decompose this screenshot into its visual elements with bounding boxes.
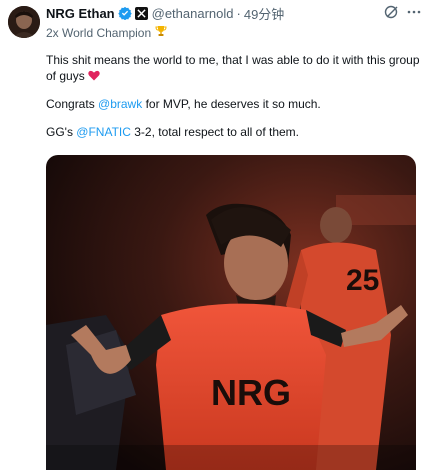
handle[interactable]: @ethanarnold	[152, 6, 234, 21]
timestamp[interactable]: 49分钟	[244, 4, 284, 23]
avatar[interactable]	[8, 6, 40, 38]
twitter-x-affiliate-icon[interactable]	[134, 6, 148, 20]
mention-brawk[interactable]: @brawk	[98, 97, 142, 111]
bio-text: 2x World Champion	[46, 25, 152, 40]
tweet-line-2: Congrats @brawk for MVP, he deserves it …	[46, 96, 422, 112]
jersey-logo-text: NRG	[211, 372, 291, 413]
photo-scene: 25 NRG	[46, 155, 416, 470]
separator-dot: ·	[236, 5, 241, 21]
avatar-portrait	[8, 6, 40, 38]
tweet-line-1-text: This shit means the world to me, that I …	[46, 53, 420, 83]
background-jersey-number: 25	[346, 264, 379, 297]
tweet-line-3: GG's @FNATIC 3-2, total respect to all o…	[46, 124, 422, 140]
tweet-line-2-suffix: for MVP, he deserves it so much.	[142, 97, 321, 111]
tweet-header: NRG Ethan @ethanarnold · 49分钟	[46, 4, 418, 22]
mention-fnatic[interactable]: @FNATIC	[76, 125, 131, 139]
author-bio: 2x World Champion	[46, 25, 167, 40]
tweet-line-2-prefix: Congrats	[46, 97, 99, 111]
tweet-line-3-suffix: 3-2, total respect to all of them.	[130, 125, 300, 139]
grok-icon[interactable]	[384, 4, 400, 25]
tweet-line-3-prefix: GG's	[46, 125, 77, 139]
tweet: NRG Ethan @ethanarnold · 49分钟 2x World C…	[0, 0, 426, 470]
tweet-text: This shit means the world to me, that I …	[46, 52, 422, 152]
display-name[interactable]: NRG Ethan	[46, 6, 115, 21]
verified-badge-icon	[117, 6, 132, 20]
tweet-line-1: This shit means the world to me, that I …	[46, 52, 422, 84]
trophy-icon	[155, 25, 167, 40]
tweet-media-photo[interactable]: 25 NRG	[46, 155, 416, 470]
header-actions	[384, 4, 422, 25]
more-options-icon[interactable]	[406, 4, 422, 25]
red-heart-icon	[88, 69, 100, 83]
